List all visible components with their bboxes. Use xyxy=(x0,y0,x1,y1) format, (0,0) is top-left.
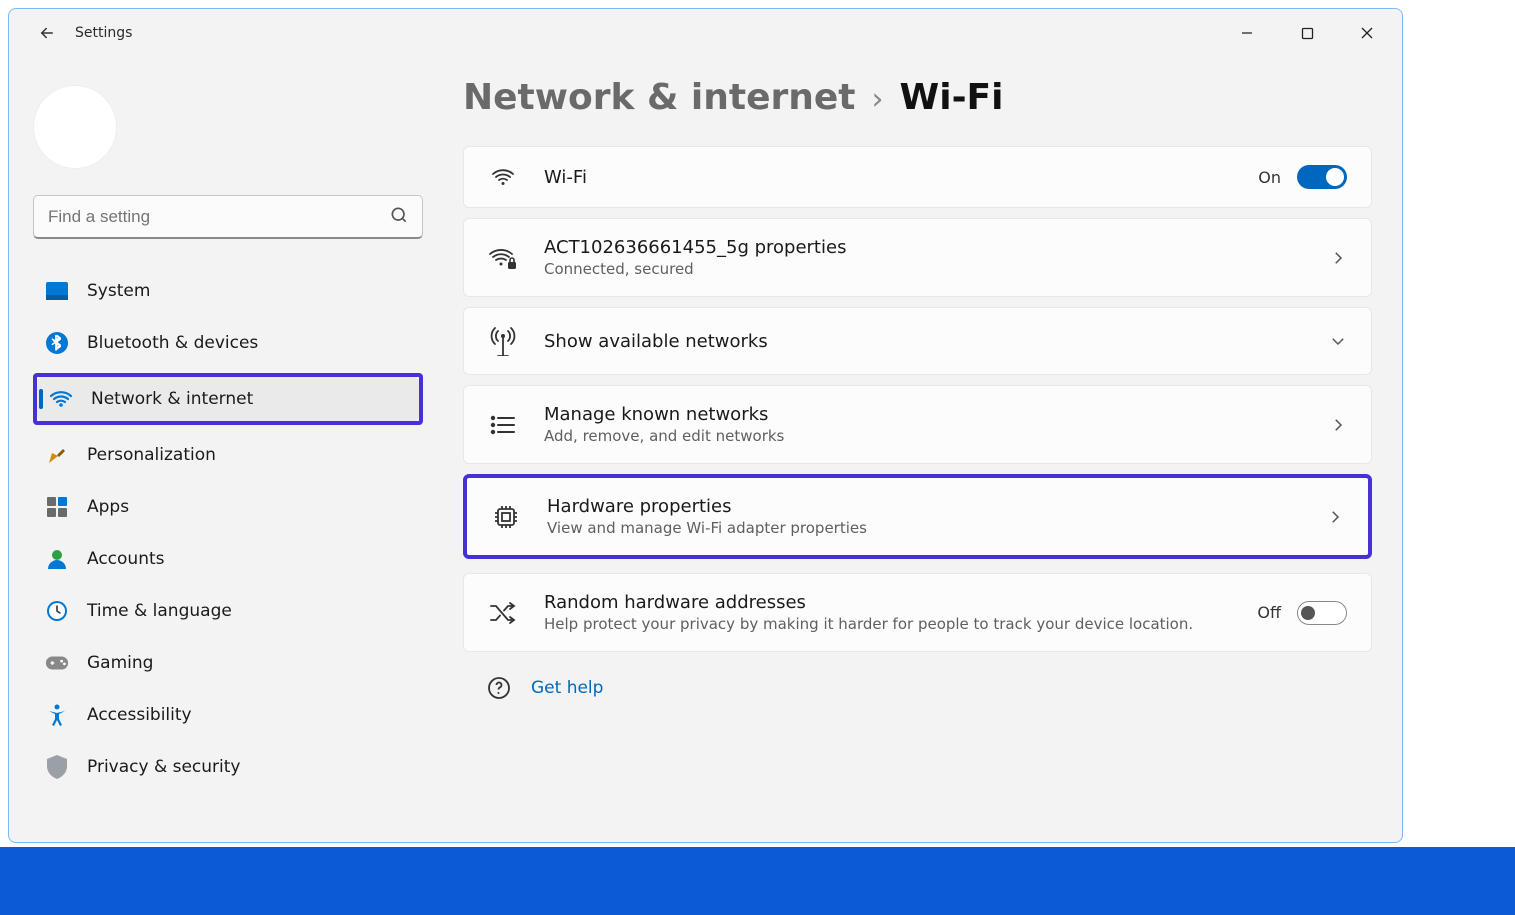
chevron-right-icon xyxy=(1329,249,1347,267)
minimize-icon xyxy=(1240,26,1254,40)
chevron-down-icon xyxy=(1329,332,1347,350)
card-random-addresses[interactable]: Random hardware addresses Help protect y… xyxy=(463,573,1372,652)
wifi-toggle[interactable] xyxy=(1297,165,1347,189)
breadcrumb: Network & internet › Wi-Fi xyxy=(463,77,1372,118)
card-subtitle: View and manage Wi-Fi adapter properties xyxy=(547,519,1300,537)
sidebar-item-label: Time & language xyxy=(87,601,232,621)
sidebar-item-label: System xyxy=(87,281,150,301)
settings-window: Settings xyxy=(8,8,1403,843)
antenna-icon xyxy=(488,326,518,356)
sidebar-item-label: Bluetooth & devices xyxy=(87,333,258,353)
card-manage-networks[interactable]: Manage known networks Add, remove, and e… xyxy=(463,385,1372,464)
nav: System Bluetooth & devices Network & int… xyxy=(33,269,423,789)
apps-icon xyxy=(45,495,69,519)
toggle-state-label: On xyxy=(1258,168,1281,187)
card-title: Manage known networks xyxy=(544,404,1303,425)
wifi-lock-icon xyxy=(488,245,518,271)
card-title: Random hardware addresses xyxy=(544,592,1231,613)
titlebar: Settings xyxy=(9,9,1402,57)
breadcrumb-current: Wi-Fi xyxy=(900,77,1004,118)
card-title: Wi-Fi xyxy=(544,167,1232,188)
back-button[interactable] xyxy=(27,13,67,53)
privacy-icon xyxy=(45,755,69,779)
sidebar-item-time-language[interactable]: Time & language xyxy=(33,589,423,633)
taskbar xyxy=(0,847,1515,915)
close-icon xyxy=(1360,26,1374,40)
sidebar-item-accessibility[interactable]: Accessibility xyxy=(33,693,423,737)
sidebar-item-network[interactable]: Network & internet xyxy=(37,377,419,421)
card-title: Show available networks xyxy=(544,331,1303,352)
bluetooth-icon xyxy=(45,331,69,355)
gaming-icon xyxy=(45,651,69,675)
wifi-icon xyxy=(49,387,73,411)
card-wifi-toggle[interactable]: Wi-Fi On xyxy=(463,146,1372,208)
sidebar-item-apps[interactable]: Apps xyxy=(33,485,423,529)
breadcrumb-separator-icon: › xyxy=(872,82,884,117)
system-icon xyxy=(45,279,69,303)
breadcrumb-parent[interactable]: Network & internet xyxy=(463,77,856,118)
time-icon xyxy=(45,599,69,623)
close-button[interactable] xyxy=(1338,13,1396,53)
chip-icon xyxy=(491,503,521,531)
chevron-right-icon xyxy=(1326,508,1344,526)
help-icon xyxy=(487,676,511,700)
main-panel: Network & internet › Wi-Fi Wi-Fi On xyxy=(433,57,1402,842)
card-title: Hardware properties xyxy=(547,496,1300,517)
card-network-properties[interactable]: ACT102636661455_5g properties Connected,… xyxy=(463,218,1372,297)
chevron-right-icon xyxy=(1329,416,1347,434)
sidebar-item-label: Accessibility xyxy=(87,705,192,725)
back-arrow-icon xyxy=(38,24,56,42)
sidebar-item-personalization[interactable]: Personalization xyxy=(33,433,423,477)
sidebar-item-label: Accounts xyxy=(87,549,165,569)
sidebar-item-label: Apps xyxy=(87,497,129,517)
maximize-icon xyxy=(1301,27,1314,40)
card-hardware-properties[interactable]: Hardware properties View and manage Wi-F… xyxy=(463,474,1372,559)
accounts-icon xyxy=(45,547,69,571)
sidebar-item-label: Gaming xyxy=(87,653,153,673)
sidebar-item-accounts[interactable]: Accounts xyxy=(33,537,423,581)
accessibility-icon xyxy=(45,703,69,727)
toggle-state-label: Off xyxy=(1257,603,1281,622)
search-input[interactable] xyxy=(33,195,423,239)
search-icon xyxy=(389,205,413,229)
wifi-icon xyxy=(488,165,518,189)
card-show-networks[interactable]: Show available networks xyxy=(463,307,1372,375)
avatar xyxy=(33,85,117,169)
sidebar-item-bluetooth[interactable]: Bluetooth & devices xyxy=(33,321,423,365)
annotation-highlight-sidebar: Network & internet xyxy=(33,373,423,425)
card-title: ACT102636661455_5g properties xyxy=(544,237,1303,258)
card-subtitle: Add, remove, and edit networks xyxy=(544,427,1303,445)
app-title: Settings xyxy=(75,25,132,41)
maximize-button[interactable] xyxy=(1278,13,1336,53)
card-subtitle: Help protect your privacy by making it h… xyxy=(544,615,1231,633)
sidebar-item-system[interactable]: System xyxy=(33,269,423,313)
card-subtitle: Connected, secured xyxy=(544,260,1303,278)
shuffle-icon xyxy=(488,601,518,625)
search-wrap xyxy=(33,195,423,239)
get-help-link[interactable]: Get help xyxy=(463,662,1372,714)
sidebar-item-label: Network & internet xyxy=(91,389,253,409)
sidebar-item-label: Privacy & security xyxy=(87,757,241,777)
personalization-icon xyxy=(45,443,69,467)
sidebar: System Bluetooth & devices Network & int… xyxy=(9,57,433,842)
help-label: Get help xyxy=(531,678,603,698)
sidebar-item-gaming[interactable]: Gaming xyxy=(33,641,423,685)
sidebar-item-privacy[interactable]: Privacy & security xyxy=(33,745,423,789)
user-block[interactable] xyxy=(33,77,423,177)
list-icon xyxy=(488,414,518,436)
random-addresses-toggle[interactable] xyxy=(1297,601,1347,625)
minimize-button[interactable] xyxy=(1218,13,1276,53)
sidebar-item-label: Personalization xyxy=(87,445,216,465)
